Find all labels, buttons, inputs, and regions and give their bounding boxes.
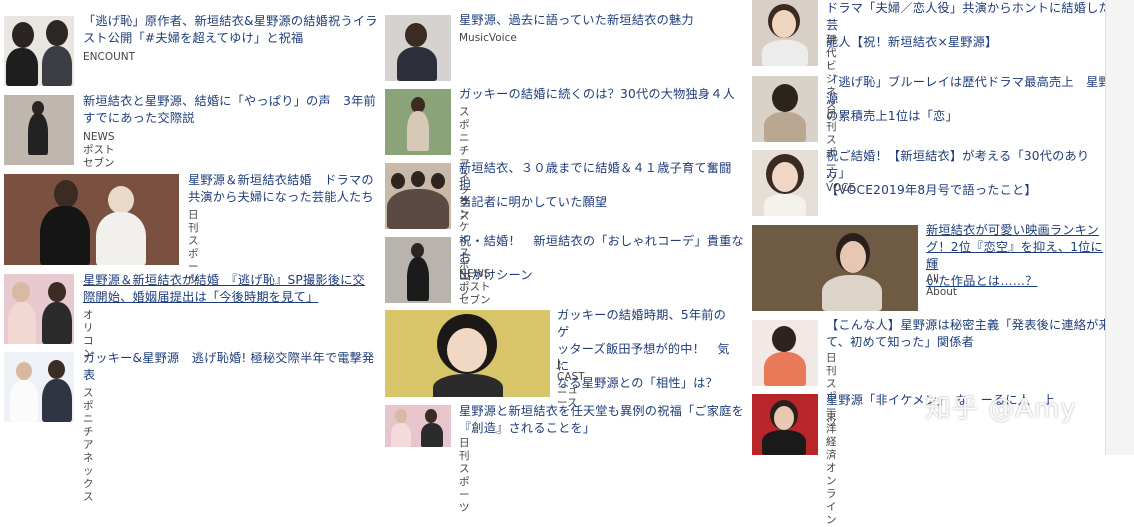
- article-title-link[interactable]: 新垣結衣、３０歳までに結婚＆４１歳子育て奮闘 担 当記者に明かしていた願望: [459, 160, 744, 211]
- article-thumbnail[interactable]: [752, 394, 818, 455]
- article-title-link[interactable]: ガッキー&星野源 逃げ恥婚! 極秘交際半年で電撃発 表: [83, 350, 383, 384]
- article-title-link[interactable]: 星野源＆新垣結衣結婚 ドラマの 共演から夫婦になった芸能人たち: [188, 172, 383, 206]
- article-source: スポニチアネックス: [83, 387, 94, 503]
- article-title-link[interactable]: 祝・結婚！ 新垣結衣の「おしゃれコーデ」貴重なお 出かけシーン: [459, 233, 744, 284]
- watermark: 知乎 @Amy: [925, 394, 1077, 424]
- article-source: NEWSポストセブン: [459, 268, 491, 306]
- article-title-link[interactable]: ドラマ「夫婦／恋人役」共演からホントに結婚した芸 能人【祝！新垣結衣×星野源】: [826, 0, 1111, 51]
- article-thumbnail[interactable]: [385, 237, 451, 303]
- article-thumbnail[interactable]: [385, 89, 451, 155]
- article-thumbnail[interactable]: [385, 310, 550, 397]
- article-thumbnail[interactable]: [752, 150, 818, 216]
- article-source: ENCOUNT: [83, 51, 136, 63]
- article-thumbnail[interactable]: [385, 163, 451, 229]
- article-thumbnail[interactable]: [385, 405, 451, 447]
- article-thumbnail[interactable]: [4, 352, 74, 422]
- article-source: 日刊スポーツ: [459, 437, 470, 514]
- article-thumbnail[interactable]: [752, 320, 818, 386]
- article-thumbnail[interactable]: [4, 174, 179, 265]
- article-title-link[interactable]: 祝ご結婚！【新垣結衣】が考える「30代のあり方」 【VOCE2019年8月号で語…: [826, 148, 1111, 199]
- article-thumbnail[interactable]: [4, 16, 74, 86]
- article-thumbnail[interactable]: [752, 76, 818, 142]
- article-title-link[interactable]: 「逃げ恥」ブルーレイは歴代ドラマ最高売上 星野源 の累積売上1位は「恋」: [826, 74, 1111, 125]
- article-title-link[interactable]: 新垣結衣と星野源、結婚に「やっぱり」の声 3年前 すでにあった交際説: [83, 93, 383, 127]
- page-scrollbar[interactable]: [1105, 0, 1134, 455]
- article-title-link[interactable]: ガッキーの結婚に続くのは？30代の大物独身４人: [459, 86, 744, 103]
- article-source: VOCE: [826, 182, 856, 194]
- article-title-link[interactable]: 星野源、過去に語っていた新垣結衣の魅力: [459, 12, 744, 29]
- article-thumbnail[interactable]: [752, 0, 818, 66]
- article-source: NEWSポストセブン: [83, 131, 115, 169]
- article-source: All About: [926, 273, 958, 298]
- article-thumbnail[interactable]: [4, 274, 74, 344]
- article-title-link[interactable]: 星野源と新垣結衣を任天堂も異例の祝福「ご家庭を 『創造』されることを」: [459, 403, 744, 437]
- article-title-link[interactable]: 【こんな人】星野源は秘密主義「発表後に連絡が来 て、初めて知った」関係者: [826, 317, 1111, 351]
- article-thumbnail[interactable]: [4, 95, 74, 165]
- article-source: 東洋経済オンライン: [826, 410, 837, 526]
- article-title-link[interactable]: 「逃げ恥」原作者、新垣結衣&星野源の結婚祝うイラ スト公開「#夫婦を超えてゆけ」…: [83, 13, 383, 47]
- article-source: MusicVoice: [459, 32, 517, 44]
- article-thumbnail[interactable]: [385, 15, 451, 81]
- article-title-link[interactable]: 星野源＆新垣結衣が結婚 『逃げ恥』SP撮影後に交 際開始、婚姻届提出は「今後時期…: [83, 272, 383, 306]
- article-thumbnail[interactable]: [752, 225, 918, 311]
